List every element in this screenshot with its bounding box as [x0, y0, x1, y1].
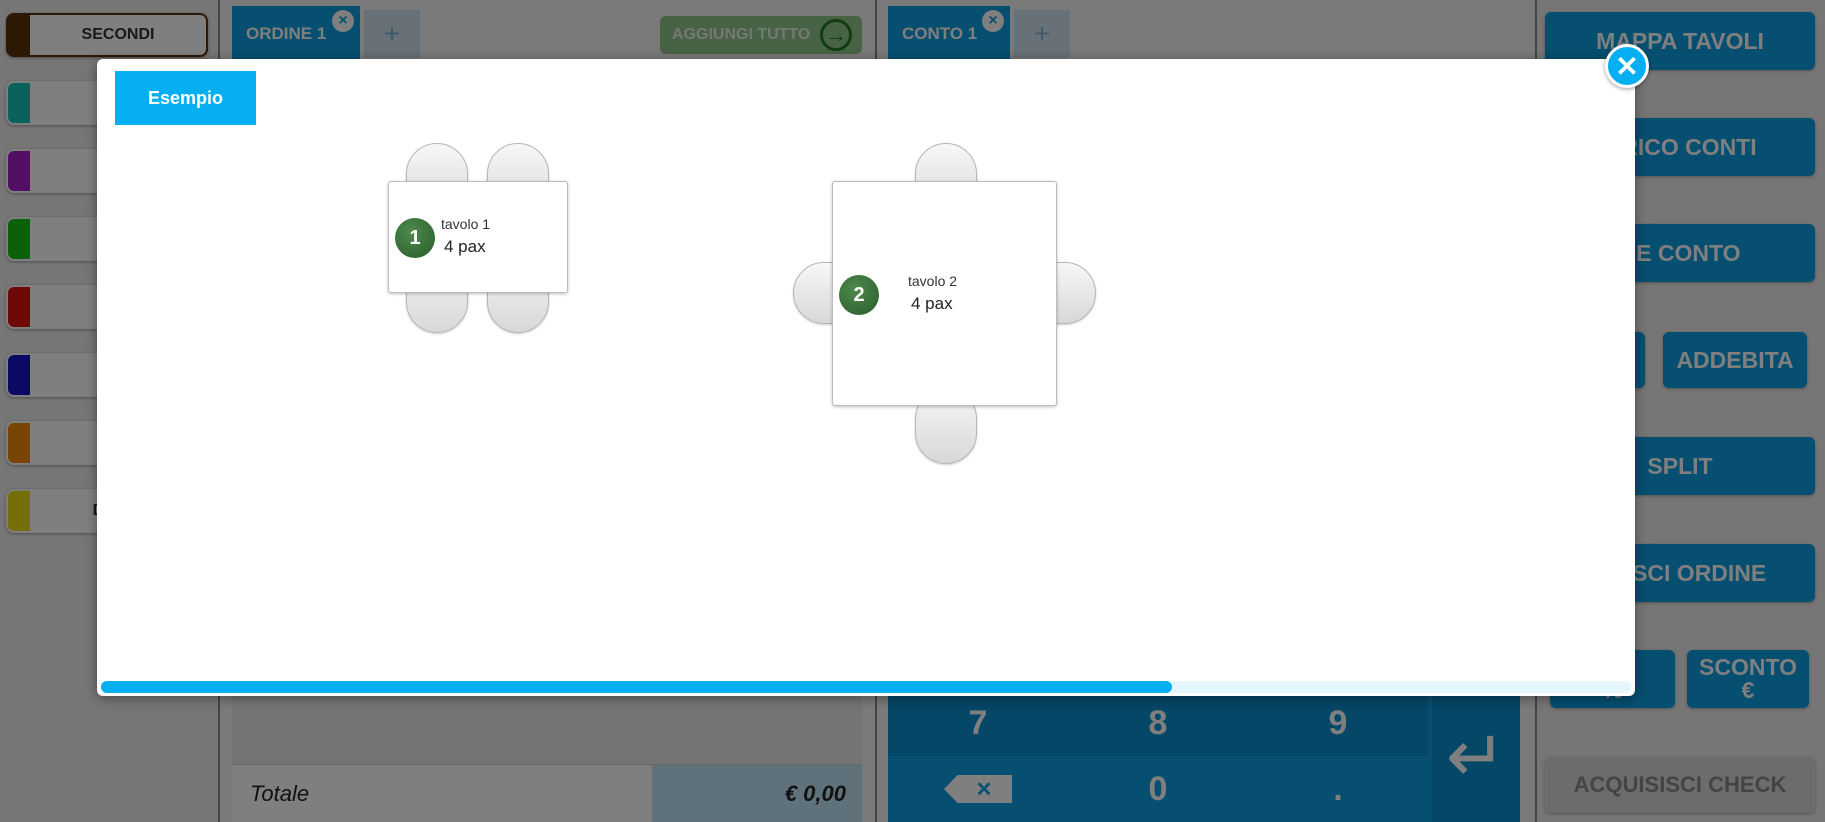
- table-2[interactable]: 2 tavolo 2 4 pax: [832, 181, 1057, 406]
- table-pax: 4 pax: [911, 294, 953, 313]
- table-1[interactable]: 1 tavolo 1 4 pax: [388, 181, 568, 293]
- table-pax: 4 pax: [444, 237, 486, 256]
- close-modal-button[interactable]: ✕: [1605, 44, 1649, 88]
- table-number-badge: 2: [839, 275, 879, 315]
- table-number-badge: 1: [395, 218, 435, 258]
- table-name: tavolo 2: [908, 273, 958, 289]
- progress-bar: [101, 681, 1631, 693]
- room-tab-esempio[interactable]: Esempio: [115, 71, 256, 125]
- table-map-modal: Esempio 1 tavolo 1 4 pax 2 tavolo 2 4 pa…: [97, 59, 1635, 696]
- table-name: tavolo 1: [441, 216, 491, 232]
- progress-fill: [101, 681, 1172, 693]
- close-icon: ✕: [1615, 50, 1639, 82]
